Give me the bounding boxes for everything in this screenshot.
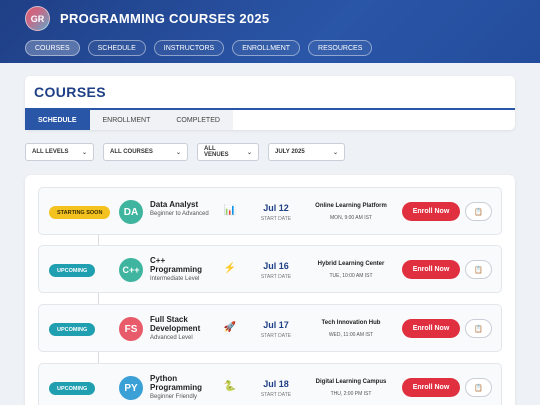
tab-enrollment[interactable]: ENROLLMENT [89, 110, 164, 130]
course-name: Data Analyst [150, 200, 199, 209]
course-level: Intermediate Level [150, 276, 200, 282]
courses-section: COURSES SCHEDULE ENROLLMENT COMPLETED [25, 76, 515, 130]
course-row: UPCOMING C++ C++ Programming Intermediat… [38, 245, 502, 293]
start-date-label: START DATE [260, 274, 292, 280]
chevron-down-icon: ⌄ [246, 149, 252, 156]
level-filter-value: ALL LEVELS [32, 149, 69, 155]
course-name: C++ Programming [150, 256, 203, 274]
venue-filter[interactable]: ALL VENUES ⌄ [197, 143, 259, 161]
venue-name: Hybrid Learning Center [317, 261, 385, 267]
course-level: Advanced Level [150, 335, 193, 341]
start-date: Jul 12 [263, 203, 289, 213]
enroll-button[interactable]: Enroll Now [402, 378, 460, 397]
level-filter[interactable]: ALL LEVELS ⌄ [25, 143, 94, 161]
calendar-icon[interactable]: 📋 [465, 378, 492, 397]
nav-resources[interactable]: RESOURCES [308, 40, 373, 56]
course-avatar: DA [119, 200, 143, 224]
nav-courses[interactable]: COURSES [25, 40, 80, 56]
course-name: Python Programming [150, 374, 203, 392]
chevron-down-icon: ⌄ [332, 149, 338, 156]
month-filter[interactable]: JULY 2025 ⌄ [268, 143, 345, 161]
chart-icon: 📊 [223, 205, 237, 216]
start-date-label: START DATE [260, 392, 292, 398]
start-date-label: START DATE [260, 333, 292, 339]
section-tabs: SCHEDULE ENROLLMENT COMPLETED [25, 110, 233, 130]
course-row: UPCOMING PY Python Programming Beginner … [38, 363, 502, 405]
course-avatar: FS [119, 317, 143, 341]
status-badge: UPCOMING [49, 382, 96, 395]
enroll-button[interactable]: Enroll Now [402, 260, 460, 279]
filter-bar: ALL LEVELS ⌄ ALL COURSES ⌄ ALL VENUES ⌄ … [25, 143, 345, 161]
snake-icon: 🐍 [223, 381, 237, 392]
tab-schedule[interactable]: SCHEDULE [25, 110, 90, 130]
start-date: Jul 16 [263, 261, 289, 271]
course-avatar: C++ [119, 258, 143, 282]
month-filter-value: JULY 2025 [275, 149, 305, 155]
lightning-icon: ⚡ [223, 263, 237, 274]
status-badge: UPCOMING [49, 264, 96, 277]
course-avatar: PY [119, 376, 143, 400]
venue-name: Tech Innovation Hub [321, 320, 381, 326]
status-badge: STARTING SOON [49, 206, 111, 219]
venue-name: Online Learning Platform [315, 203, 387, 209]
course-level: Beginner to Advanced [150, 211, 209, 217]
session-time: THU, 2:00 PM IST [330, 391, 372, 397]
course-filter-value: ALL COURSES [110, 149, 153, 155]
logo-avatar: GR [25, 6, 50, 31]
chevron-down-icon: ⌄ [175, 149, 181, 156]
course-filter[interactable]: ALL COURSES ⌄ [103, 143, 188, 161]
nav-instructors[interactable]: INSTRUCTORS [153, 40, 225, 56]
venue-name: Digital Learning Campus [315, 379, 387, 385]
status-badge: UPCOMING [49, 323, 96, 336]
course-level: Beginner Friendly [150, 394, 198, 400]
start-date: Jul 18 [263, 379, 289, 389]
session-time: MON, 9:00 AM IST [330, 215, 372, 221]
section-title: COURSES [34, 84, 107, 100]
calendar-icon[interactable]: 📋 [465, 202, 492, 221]
start-date-label: START DATE [260, 216, 292, 222]
session-time: WED, 11:00 AM IST [328, 332, 374, 338]
app-title: PROGRAMMING COURSES 2025 [60, 11, 270, 26]
course-row: STARTING SOON DA Data Analyst Beginner t… [38, 187, 502, 235]
enroll-button[interactable]: Enroll Now [402, 202, 460, 221]
tab-completed[interactable]: COMPLETED [163, 110, 233, 130]
main-nav: COURSES SCHEDULE INSTRUCTORS ENROLLMENT … [25, 40, 373, 56]
enroll-button[interactable]: Enroll Now [402, 319, 460, 338]
nav-enrollment[interactable]: ENROLLMENT [232, 40, 301, 56]
start-date: Jul 17 [263, 320, 289, 330]
rocket-icon: 🚀 [223, 322, 237, 333]
course-name: Full Stack Development [150, 315, 201, 333]
app-header: GR PROGRAMMING COURSES 2025 COURSES SCHE… [0, 0, 540, 63]
session-time: TUE, 10:00 AM IST [329, 273, 373, 279]
nav-schedule[interactable]: SCHEDULE [87, 40, 146, 56]
chevron-down-icon: ⌄ [81, 149, 87, 156]
venue-filter-value: ALL VENUES [204, 146, 229, 158]
calendar-icon[interactable]: 📋 [465, 260, 492, 279]
course-row: UPCOMING FS Full Stack Development Advan… [38, 304, 502, 352]
calendar-icon[interactable]: 📋 [465, 319, 492, 338]
